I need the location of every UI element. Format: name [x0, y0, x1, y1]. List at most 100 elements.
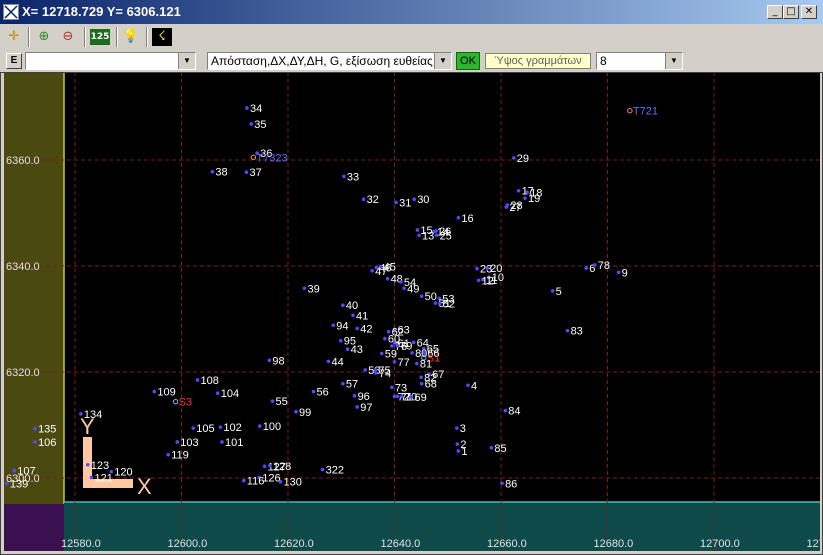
- survey-point-label[interactable]: 108: [200, 375, 218, 387]
- survey-point-label[interactable]: 119: [171, 450, 189, 462]
- survey-point-marker[interactable]: [370, 268, 374, 273]
- survey-point-marker[interactable]: [33, 440, 37, 444]
- survey-point-marker[interactable]: [326, 359, 331, 364]
- survey-point-label[interactable]: 130: [284, 477, 302, 489]
- survey-point-label[interactable]: 121: [95, 472, 113, 484]
- survey-point-label[interactable]: 12: [482, 275, 494, 287]
- survey-point-label[interactable]: 78: [598, 260, 610, 272]
- chevron-down-icon[interactable]: ▼: [665, 53, 682, 69]
- survey-point-label[interactable]: 100: [263, 421, 281, 433]
- survey-point-marker[interactable]: [175, 440, 180, 444]
- survey-point-marker[interactable]: [592, 263, 597, 267]
- survey-point-marker[interactable]: [361, 197, 366, 202]
- survey-point-label[interactable]: 99: [299, 407, 311, 419]
- survey-point-marker[interactable]: [417, 233, 421, 238]
- survey-point-marker[interactable]: [85, 462, 90, 467]
- zoom-in-icon[interactable]: ⊕: [34, 27, 54, 47]
- survey-point-marker[interactable]: [511, 156, 516, 160]
- survey-point-marker[interactable]: [215, 391, 220, 396]
- survey-point-marker[interactable]: [550, 289, 555, 293]
- survey-point-marker[interactable]: [516, 188, 521, 193]
- survey-point-label[interactable]: 5: [556, 286, 562, 298]
- survey-point-label[interactable]: 103: [180, 437, 198, 449]
- survey-point-marker[interactable]: [363, 368, 368, 372]
- survey-point-marker[interactable]: [419, 381, 424, 386]
- survey-point-label[interactable]: 104: [221, 388, 239, 400]
- survey-point-marker[interactable]: [355, 326, 360, 331]
- survey-point-marker[interactable]: [394, 200, 398, 205]
- survey-point-label[interactable]: 109: [157, 387, 175, 399]
- survey-point-marker[interactable]: [411, 340, 416, 345]
- survey-point-label[interactable]: 33: [347, 171, 359, 183]
- survey-point-label[interactable]: 19: [528, 193, 540, 205]
- survey-point-marker[interactable]: [437, 301, 442, 306]
- survey-point-label[interactable]: 9: [622, 267, 628, 279]
- survey-point-label[interactable]: 126: [262, 472, 280, 484]
- survey-point-marker[interactable]: [345, 347, 350, 352]
- survey-point-marker[interactable]: [475, 266, 479, 271]
- survey-point-marker[interactable]: [390, 344, 394, 348]
- survey-point-label[interactable]: 86: [505, 478, 517, 490]
- survey-point-marker[interactable]: [419, 294, 424, 299]
- survey-point-label[interactable]: 134: [84, 409, 102, 421]
- survey-point-marker[interactable]: [485, 266, 489, 270]
- survey-point-marker[interactable]: [152, 389, 157, 394]
- survey-point-marker[interactable]: [195, 378, 200, 382]
- survey-point-marker[interactable]: [383, 336, 387, 341]
- survey-point-marker[interactable]: [392, 394, 397, 399]
- app-icon[interactable]: [3, 4, 19, 20]
- survey-point-marker[interactable]: [262, 464, 267, 469]
- survey-point-marker[interactable]: [244, 170, 249, 174]
- survey-point-marker[interactable]: [402, 286, 406, 291]
- survey-point-label[interactable]: 84: [508, 406, 520, 418]
- survey-point-label[interactable]: 83: [571, 326, 583, 338]
- survey-point-marker[interactable]: [242, 478, 246, 483]
- survey-point-label[interactable]: 41: [356, 310, 368, 322]
- survey-point-marker[interactable]: [373, 368, 378, 372]
- text-height-select[interactable]: 8 ▼: [596, 52, 683, 70]
- survey-point-marker[interactable]: [409, 395, 414, 399]
- survey-point-label[interactable]: 77: [398, 357, 410, 369]
- survey-point-marker[interactable]: [399, 280, 403, 284]
- survey-point-label[interactable]: 94: [336, 320, 348, 332]
- survey-point-marker[interactable]: [434, 233, 439, 238]
- survey-point-marker[interactable]: [476, 278, 481, 283]
- maximize-button[interactable]: □: [783, 5, 799, 19]
- survey-point-label[interactable]: 13: [422, 230, 434, 242]
- bulb-icon[interactable]: 💡: [121, 27, 141, 47]
- survey-point-label[interactable]: 79: [400, 341, 412, 353]
- survey-point-marker[interactable]: [191, 426, 196, 430]
- survey-point-label[interactable]: 105: [196, 423, 214, 435]
- survey-point-marker[interactable]: [379, 351, 384, 356]
- survey-point-marker[interactable]: [311, 389, 316, 394]
- survey-point-marker[interactable]: [249, 122, 254, 126]
- survey-point-marker[interactable]: [500, 481, 504, 486]
- survey-point-label[interactable]: 44: [331, 356, 343, 368]
- survey-point-marker[interactable]: [341, 303, 345, 308]
- survey-point-label[interactable]: 106: [38, 437, 56, 449]
- survey-point-marker[interactable]: [433, 301, 438, 305]
- survey-point-marker[interactable]: [342, 174, 346, 179]
- layer-select[interactable]: ▼: [25, 52, 196, 70]
- method-select[interactable]: Απόσταση,ΔΧ,ΔΥ,ΔΗ, G, εξίσωση ευθείας ▼: [207, 52, 452, 70]
- survey-point-label[interactable]: 38: [215, 167, 227, 179]
- survey-point-label[interactable]: 85: [494, 443, 506, 455]
- survey-point-marker[interactable]: [565, 328, 570, 333]
- survey-point-label[interactable]: 31: [399, 197, 411, 209]
- survey-point-label[interactable]: 139: [10, 478, 28, 490]
- ok-button[interactable]: OK: [456, 52, 480, 70]
- survey-point-marker[interactable]: [12, 468, 17, 473]
- survey-point-label[interactable]: 74: [379, 368, 391, 380]
- survey-point-label[interactable]: 56: [317, 387, 329, 399]
- move-icon[interactable]: ✛: [4, 27, 24, 47]
- survey-point-marker[interactable]: [220, 440, 224, 444]
- survey-point-label[interactable]: 128: [273, 461, 291, 473]
- e-button[interactable]: E: [6, 53, 22, 69]
- plot-canvas[interactable]: 12580.0 12600.0 12620.0 12640.0 12660.0 12680…: [4, 72, 820, 551]
- survey-point-label[interactable]: 34: [250, 103, 262, 115]
- survey-point-marker[interactable]: [267, 358, 272, 363]
- chevron-down-icon[interactable]: ▼: [178, 53, 195, 69]
- zoom-out-icon[interactable]: ⊖: [58, 27, 78, 47]
- survey-point-label[interactable]: 25: [440, 230, 452, 242]
- station-point-label[interactable]: T721: [633, 106, 658, 118]
